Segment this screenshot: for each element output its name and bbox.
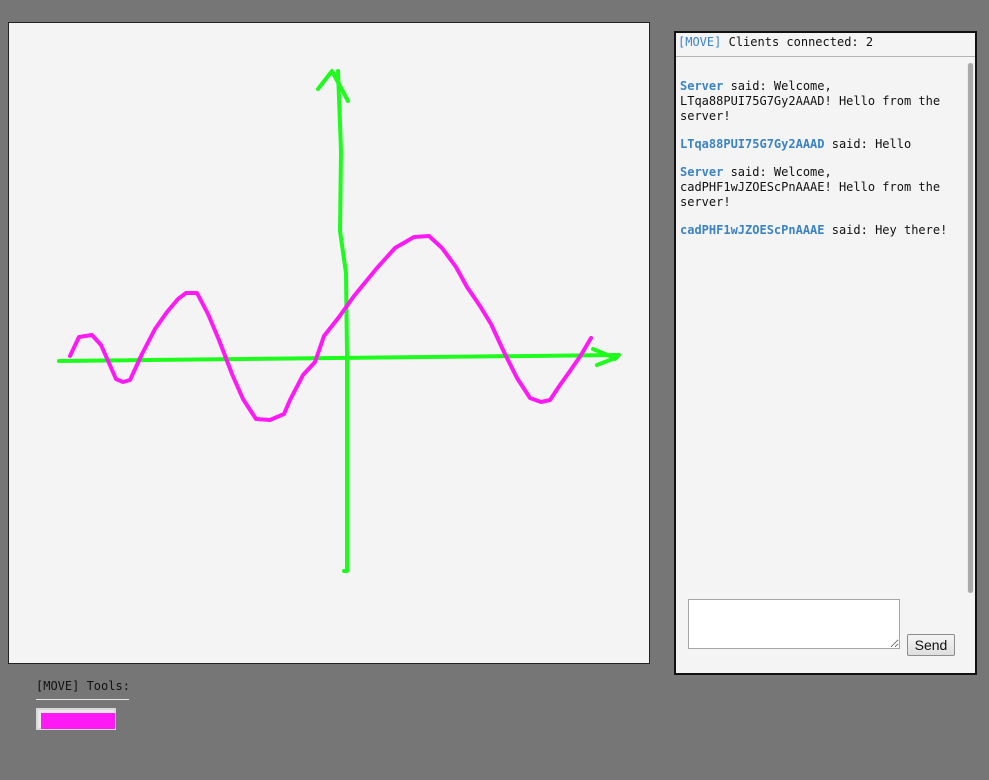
send-button[interactable]: Send	[907, 634, 955, 656]
drawing-surface[interactable]	[9, 23, 649, 663]
color-picker-button[interactable]	[36, 708, 116, 730]
message-sender: LTqa88PUI75G7Gy2AAAD	[680, 137, 825, 151]
wave-stroke	[68, 234, 593, 422]
chat-message: cadPHF1wJZOEScPnAAAE said: Hey there!	[680, 223, 965, 238]
tools-title: [MOVE] Tools:	[36, 679, 130, 693]
clients-connected-text: Clients connected: 2	[728, 35, 874, 49]
chat-panel: [MOVE] Clients connected: 2 Server said:…	[674, 31, 977, 675]
y-axis-stroke	[336, 69, 349, 573]
message-text: said: Hey there!	[824, 223, 948, 237]
chat-message: Server said: Welcome, LTqa88PUI75G7Gy2AA…	[680, 79, 965, 124]
chat-message: LTqa88PUI75G7Gy2AAAD said: Hello	[680, 137, 965, 152]
chat-message: Server said: Welcome, cadPHF1wJZOEScPnAA…	[680, 165, 965, 210]
y-axis-arrow-head	[316, 69, 350, 103]
message-sender: Server	[680, 165, 724, 179]
drawing-canvas[interactable]	[8, 22, 650, 664]
message-text: said: Hello	[824, 137, 912, 151]
selected-color-swatch	[41, 713, 115, 729]
chat-mode-label[interactable]: [MOVE]	[678, 35, 721, 49]
message-list: Server said: Welcome, LTqa88PUI75G7Gy2AA…	[680, 79, 965, 251]
chat-header: [MOVE] Clients connected: 2	[676, 33, 975, 57]
message-scrollbar[interactable]	[967, 63, 974, 593]
message-sender: cadPHF1wJZOEScPnAAAE	[680, 223, 825, 237]
message-input[interactable]	[688, 599, 900, 649]
tools-panel: [MOVE] Tools:	[36, 678, 130, 730]
tools-divider	[36, 699, 129, 700]
message-sender: Server	[680, 79, 724, 93]
scrollbar-thumb[interactable]	[968, 63, 973, 593]
